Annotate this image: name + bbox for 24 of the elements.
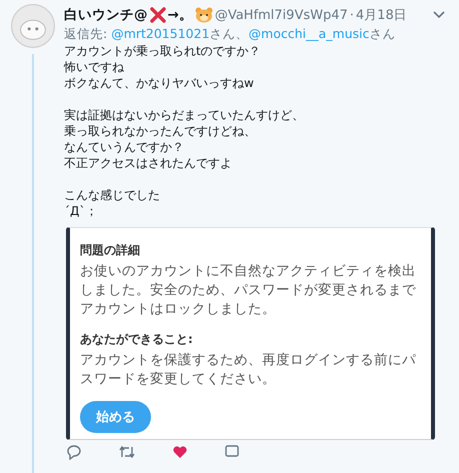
user-handle[interactable]: @VaHfml7i9VsWp47 bbox=[214, 8, 348, 22]
card-subtitle: あなたができること: bbox=[80, 331, 194, 348]
reply-label: 返信先: bbox=[64, 26, 108, 41]
start-button[interactable]: 始める bbox=[80, 401, 151, 433]
tweet-text: ボクなんて、かなりヤバいっすねw bbox=[64, 75, 255, 91]
tweet-text: アカウントが乗っ取られtのですか？ bbox=[64, 43, 262, 59]
card-text: お使いのアカウントに不自然なアクティビティを検出しました。安全のため、パスワードが変更されるまでアカウントはロックしました。 bbox=[80, 262, 417, 319]
card-text: アカウントを保護するため、再度ログインする前にパスワードを変更してください。 bbox=[80, 351, 417, 389]
tweet-text: 乗っ取られなかったんですけどね、 bbox=[64, 123, 257, 139]
mention-link[interactable]: @mrt20151021 bbox=[111, 26, 210, 41]
tweet-text: なんていうんですか？ bbox=[64, 139, 185, 155]
mention-link[interactable]: @mocchi__a_music bbox=[248, 26, 370, 41]
tweet-date[interactable]: 4月18日 bbox=[356, 6, 407, 24]
reply-label: さん bbox=[369, 26, 396, 41]
tweet-text: こんな感じでした bbox=[64, 187, 161, 203]
user-name-suffix: →。 bbox=[168, 6, 193, 24]
reply-label: さん、 bbox=[210, 26, 249, 41]
separator-dot: · bbox=[350, 8, 354, 22]
tweet-text: 怖いですね bbox=[64, 59, 125, 75]
tweet-text: 実は証拠はないからだまっていたんすけど、 bbox=[64, 107, 305, 123]
tweet-text: ´Д`； bbox=[64, 203, 98, 219]
user-name[interactable]: 白いウンチ@ bbox=[64, 6, 148, 24]
tweet-text: 不正アクセスはされたんですよ bbox=[64, 155, 233, 171]
card-title: 問題の詳細 bbox=[80, 242, 141, 259]
